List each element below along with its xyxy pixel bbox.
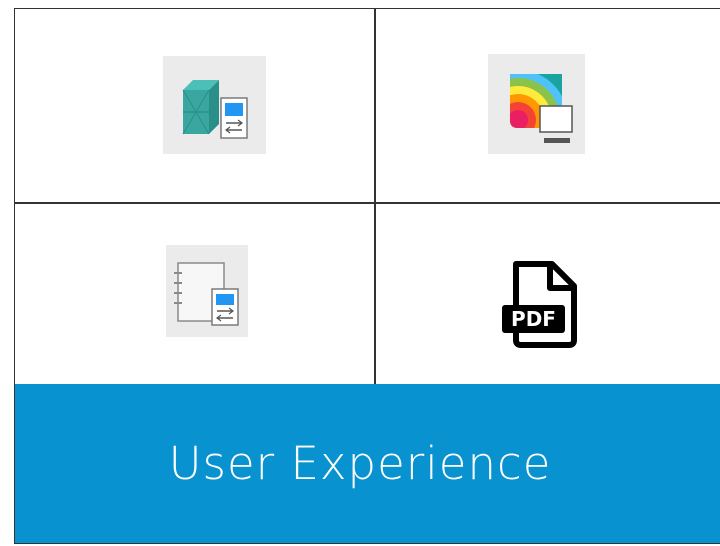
pdf-label: PDF [511,307,556,331]
banner-title: User Experience [168,437,552,490]
grid-divider-vertical [374,8,376,384]
heatmap-display-icon[interactable] [488,54,585,154]
pdf-file-icon[interactable]: PDF [500,259,580,349]
notebook-settings-icon[interactable] [166,245,248,337]
grid-divider-horizontal [14,202,720,204]
structure-settings-icon[interactable] [163,56,266,154]
